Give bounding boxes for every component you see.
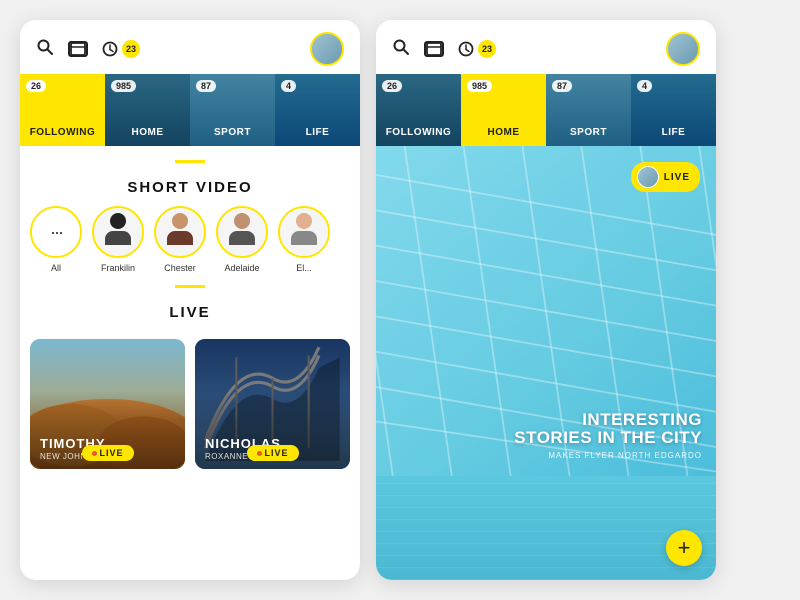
story-adelaide[interactable]: Adelaide bbox=[216, 206, 268, 273]
live-user-avatar bbox=[637, 166, 659, 188]
right-panel: 23 26 FOLLOWING 985 HOME 87 bbox=[376, 20, 716, 580]
right-tab-sport-label: SPORT bbox=[570, 127, 607, 138]
live-indicator-dot-2 bbox=[256, 451, 261, 456]
story-label-el: El... bbox=[296, 263, 312, 273]
right-bottom-pool: + bbox=[376, 476, 716, 580]
nicholas-live-badge: LIVE bbox=[246, 445, 298, 461]
stories-row: ··· All Frankilin bbox=[20, 206, 360, 273]
story-label-chester: Chester bbox=[164, 263, 196, 273]
right-tab-sport-count: 87 bbox=[552, 80, 572, 92]
right-tab-life-label: LIFE bbox=[662, 127, 686, 138]
right-search-icon[interactable] bbox=[392, 38, 410, 61]
live-label-2: LIVE bbox=[264, 448, 288, 458]
plus-icon: + bbox=[678, 535, 691, 561]
tab-sport-count: 87 bbox=[196, 80, 216, 92]
right-tab-following-count: 26 bbox=[382, 80, 402, 92]
story-avatar-chester bbox=[154, 206, 206, 258]
live-label: LIVE bbox=[99, 448, 123, 458]
right-category-tabs: 26 FOLLOWING 985 HOME 87 SPORT 4 LIFE bbox=[376, 74, 716, 146]
tab-following[interactable]: 26 FOLLOWING bbox=[20, 74, 105, 146]
right-tab-life[interactable]: 4 LIFE bbox=[631, 74, 716, 146]
right-tab-home-label: HOME bbox=[488, 127, 520, 138]
story-label-all: All bbox=[51, 263, 61, 273]
clock-wrap: 23 bbox=[102, 40, 140, 58]
tab-sport[interactable]: 87 SPORT bbox=[190, 74, 275, 146]
story-label-adelaide: Adelaide bbox=[224, 263, 259, 273]
tab-life-label: LIFE bbox=[306, 127, 330, 138]
app-container: 23 26 FOLLOWING 985 HOME 87 bbox=[0, 0, 800, 600]
right-tab-life-count: 4 bbox=[637, 80, 652, 92]
right-live-badge[interactable]: LIVE bbox=[631, 162, 700, 192]
story-all[interactable]: ··· All bbox=[30, 206, 82, 273]
story-avatar-adelaide bbox=[216, 206, 268, 258]
live-cards: TIMOTHY NEW JOHNNIE LIVE bbox=[20, 331, 360, 477]
right-tab-sport[interactable]: 87 SPORT bbox=[546, 74, 631, 146]
story-label-frankilin: Frankilin bbox=[101, 263, 135, 273]
caption-subtitle: MAKES FLYER NORTH EDGARDO bbox=[514, 451, 702, 460]
right-clock-wrap: 23 bbox=[458, 40, 496, 58]
timothy-live-badge: LIVE bbox=[81, 445, 133, 461]
expand-icon[interactable] bbox=[68, 41, 88, 57]
right-tab-home[interactable]: 985 HOME bbox=[461, 74, 546, 146]
clock-icon bbox=[102, 41, 118, 57]
right-avatar[interactable] bbox=[666, 32, 700, 66]
story-chester[interactable]: Chester bbox=[154, 206, 206, 273]
caption-title: INTERESTINGSTORIES IN THE CITY bbox=[514, 411, 702, 448]
left-panel: 23 26 FOLLOWING 985 HOME 87 bbox=[20, 20, 360, 580]
story-avatar-frankilin bbox=[92, 206, 144, 258]
tab-following-label: FOLLOWING bbox=[30, 127, 96, 138]
right-main-image: LIVE INTERESTINGSTORIES IN THE CITY MAKE… bbox=[376, 146, 716, 476]
avatar[interactable] bbox=[310, 32, 344, 66]
right-tab-following[interactable]: 26 FOLLOWING bbox=[376, 74, 461, 146]
search-icon[interactable] bbox=[36, 38, 54, 61]
notification-badge: 23 bbox=[122, 40, 140, 58]
tab-life[interactable]: 4 LIFE bbox=[275, 74, 360, 146]
category-tabs: 26 FOLLOWING 985 HOME 87 SPORT 4 LIFE bbox=[20, 74, 360, 146]
left-header: 23 bbox=[20, 20, 360, 74]
right-live-label: LIVE bbox=[664, 172, 690, 183]
tab-home-label: HOME bbox=[132, 127, 164, 138]
live-card-nicholas[interactable]: NICHOLAS ROXANNEGIAN LIVE bbox=[195, 339, 350, 469]
tab-life-count: 4 bbox=[281, 80, 296, 92]
live-indicator-dot bbox=[91, 451, 96, 456]
tab-home[interactable]: 985 HOME bbox=[105, 74, 190, 146]
tab-home-count: 985 bbox=[111, 80, 136, 92]
dots-icon: ··· bbox=[50, 222, 62, 243]
add-button[interactable]: + bbox=[666, 530, 702, 566]
story-el[interactable]: El... bbox=[278, 206, 330, 273]
live-card-timothy[interactable]: TIMOTHY NEW JOHNNIE LIVE bbox=[30, 339, 185, 469]
story-avatar-el bbox=[278, 206, 330, 258]
right-tab-home-count: 985 bbox=[467, 80, 492, 92]
pool-ripple bbox=[376, 476, 716, 580]
short-video-title: SHORT VIDEO bbox=[20, 179, 360, 196]
right-tab-following-label: FOLLOWING bbox=[386, 127, 452, 138]
right-clock-icon bbox=[458, 41, 474, 57]
right-header: 23 bbox=[376, 20, 716, 74]
right-notification-badge: 23 bbox=[478, 40, 496, 58]
tab-sport-label: SPORT bbox=[214, 127, 251, 138]
story-frankilin[interactable]: Frankilin bbox=[92, 206, 144, 273]
live-title: LIVE bbox=[20, 304, 360, 321]
right-caption: INTERESTINGSTORIES IN THE CITY MAKES FLY… bbox=[514, 411, 702, 460]
right-expand-icon[interactable] bbox=[424, 41, 444, 57]
tab-following-count: 26 bbox=[26, 80, 46, 92]
story-avatar-all: ··· bbox=[30, 206, 82, 258]
